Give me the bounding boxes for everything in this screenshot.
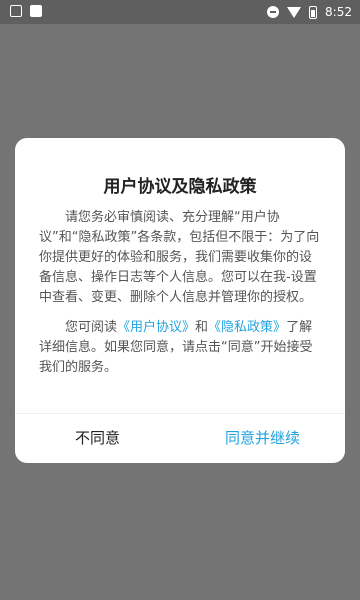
decline-button[interactable]: 不同意 (15, 414, 180, 463)
privacy-policy-link[interactable]: 《隐私政策》 (208, 320, 286, 335)
app-notification-icon (30, 5, 42, 17)
dialog-paragraph-2: 您可阅读《用户协议》和《隐私政策》了解详细信息。如果您同意，请点击“同意”开始接… (39, 318, 321, 378)
status-bar-notifications (10, 5, 42, 17)
status-bar: 8:52 (0, 0, 360, 24)
dialog-paragraph-1: 请您务必审慎阅读、充分理解“用户协议”和“隐私政策”各条款，包括但不限于：为了向… (39, 210, 320, 305)
paragraph-2-and: 和 (195, 320, 209, 335)
battery-icon (309, 5, 318, 19)
privacy-dialog: 用户协议及隐私政策 请您务必审慎阅读、充分理解“用户协议”和“隐私政策”各条款，… (15, 138, 345, 463)
status-time: 8:52 (325, 5, 352, 19)
accept-continue-button[interactable]: 同意并继续 (180, 414, 345, 463)
user-agreement-link[interactable]: 《用户协议》 (117, 320, 195, 335)
dialog-body: 请您务必审慎阅读、充分理解“用户协议”和“隐私政策”各条款，包括但不限于：为了向… (39, 208, 321, 378)
paragraph-2-prefix: 您可阅读 (65, 320, 118, 335)
wifi-icon (287, 6, 302, 18)
dialog-title: 用户协议及隐私政策 (103, 177, 257, 197)
image-notification-icon (10, 5, 22, 17)
do-not-disturb-icon (267, 6, 280, 18)
status-bar-system: 8:52 (267, 4, 352, 20)
